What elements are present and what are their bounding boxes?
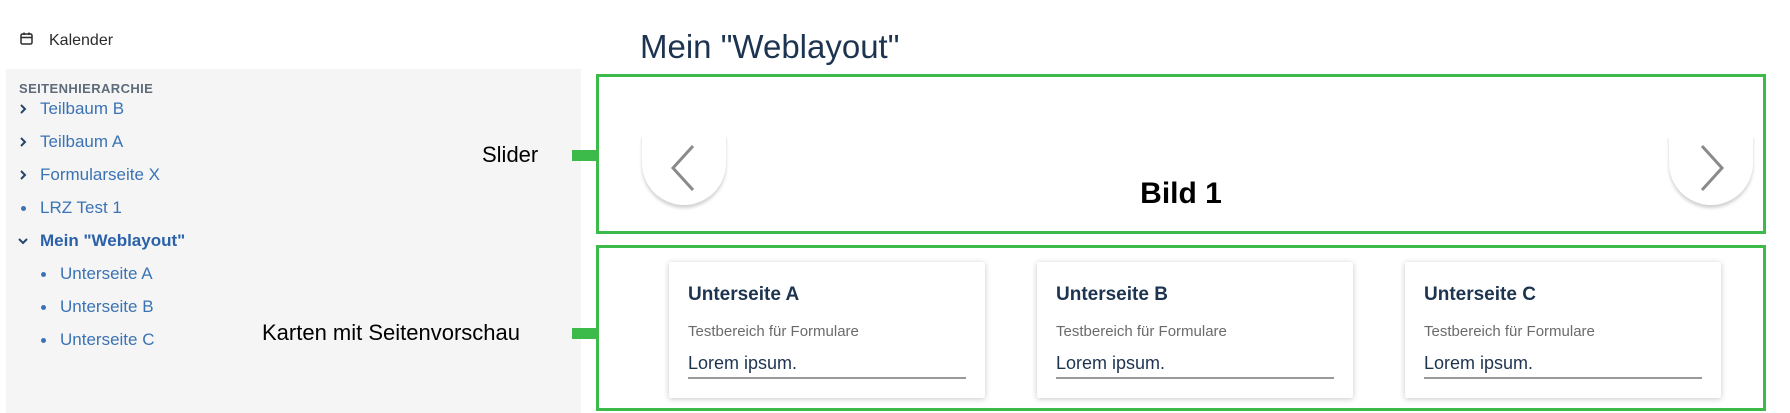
tree-item-label: Unterseite A	[60, 264, 153, 283]
tree-item-label: Teilbaum A	[40, 132, 124, 151]
preview-card[interactable]: Unterseite B Testbereich für Formulare L…	[1037, 262, 1353, 398]
chevron-right-icon	[1696, 144, 1726, 197]
preview-card[interactable]: Unterseite C Testbereich für Formulare L…	[1405, 262, 1721, 398]
tree-item-formularseite-x[interactable]: Formularseite X	[16, 161, 160, 189]
tree-item-unterseite-c[interactable]: Unterseite C	[36, 326, 154, 354]
card-text-field[interactable]: Lorem ipsum.	[1056, 353, 1334, 379]
card-title[interactable]: Unterseite A	[688, 284, 799, 306]
annotation-slider-label: Slider	[482, 142, 539, 167]
annotation-cards-label: Karten mit Seitenvorschau	[262, 320, 521, 345]
card-text-field[interactable]: Lorem ipsum.	[688, 353, 966, 379]
card-title[interactable]: Unterseite C	[1424, 284, 1536, 306]
tree-item-mein-weblayout[interactable]: Mein "Weblayout"	[16, 227, 185, 255]
image-slider: Bild 1	[596, 74, 1766, 234]
chevron-right-icon[interactable]	[16, 137, 30, 147]
tree-item-label: Unterseite B	[60, 297, 154, 316]
chevron-right-icon[interactable]	[16, 170, 30, 180]
tree-item-label: Mein "Weblayout"	[40, 231, 186, 250]
tree-item-teilbaum-a[interactable]: Teilbaum A	[16, 128, 123, 156]
tree-item-lrz-test-1[interactable]: LRZ Test 1	[16, 194, 122, 222]
sidebar-item-calendar[interactable]: Kalender	[20, 28, 113, 54]
card-description: Testbereich für Formulare	[1056, 323, 1227, 340]
bullet-icon	[36, 304, 50, 310]
tree-item-label: Formularseite X	[40, 165, 160, 184]
page-title: Mein "Weblayout"	[640, 28, 900, 65]
tree-item-label: Teilbaum B	[40, 99, 125, 118]
tree-item-teilbaum-b[interactable]: Teilbaum B	[16, 95, 124, 123]
page-hierarchy-heading: SEITENHIERARCHIE	[19, 81, 154, 96]
page-hierarchy-panel: SEITENHIERARCHIE Teilbaum B Teilbaum A F…	[6, 69, 581, 413]
annotation-cards-marker	[572, 328, 596, 339]
tree-item-unterseite-a[interactable]: Unterseite A	[36, 260, 153, 288]
card-description: Testbereich für Formulare	[688, 323, 859, 340]
page-preview-cards: Unterseite A Testbereich für Formulare L…	[596, 245, 1766, 411]
tree-item-label: Unterseite C	[60, 330, 155, 349]
card-text-field[interactable]: Lorem ipsum.	[1424, 353, 1702, 379]
bullet-icon	[16, 205, 30, 211]
card-description: Testbereich für Formulare	[1424, 323, 1595, 340]
chevron-down-icon[interactable]	[16, 237, 30, 245]
card-title[interactable]: Unterseite B	[1056, 284, 1168, 306]
tree-item-label: LRZ Test 1	[40, 198, 122, 217]
calendar-label: Kalender	[49, 32, 114, 49]
annotation-slider-marker	[572, 150, 596, 161]
tree-item-unterseite-b[interactable]: Unterseite B	[36, 293, 154, 321]
slide-title: Bild 1	[1140, 177, 1222, 210]
preview-card[interactable]: Unterseite A Testbereich für Formulare L…	[669, 262, 985, 398]
calendar-icon	[20, 32, 33, 50]
chevron-right-icon[interactable]	[16, 104, 30, 114]
bullet-icon	[36, 271, 50, 277]
bullet-icon	[36, 337, 50, 343]
